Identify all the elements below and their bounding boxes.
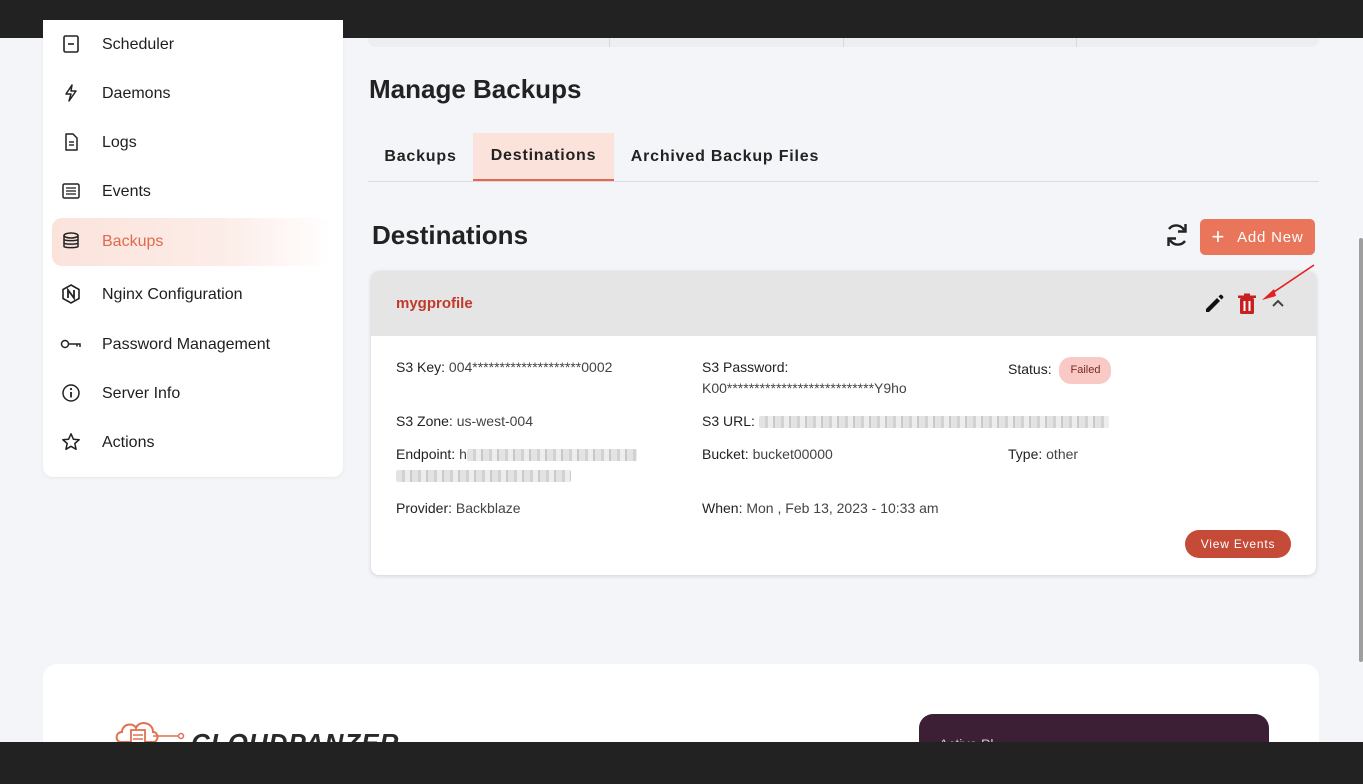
section-title: Destinations [372,220,529,250]
sidebar-item-label: Server Info [102,385,181,402]
delete-button[interactable] [1237,293,1257,315]
s3-key-field: S3 Key: 004********************0002 [396,359,613,375]
sidebar-item-label: Events [102,183,151,200]
sidebar-item-logs[interactable]: Logs [52,119,332,167]
tab-archived-backup-files[interactable]: Archived Backup Files [620,133,830,181]
sidebar-item-label: Backups [102,233,164,250]
nginx-icon [60,283,82,305]
redacted-value [396,470,571,483]
status-field: Status: Failed [1008,357,1112,384]
sidebar-item-label: Daemons [102,85,171,102]
info-icon [60,382,82,404]
key-icon [60,333,82,355]
endpoint-field: Endpoint: h [396,444,676,486]
edit-button[interactable] [1203,293,1225,315]
sidebar-item-backups[interactable]: Backups [52,218,332,266]
s3-zone-field: S3 Zone: us-west-004 [396,413,533,429]
when-field: When: Mon , Feb 13, 2023 - 10:33 am [702,500,939,516]
refresh-button[interactable] [1163,222,1191,252]
sidebar-item-nginx[interactable]: Nginx Configuration [52,271,332,319]
add-new-label: Add New [1237,228,1304,246]
page-title: Manage Backups [369,74,582,104]
destination-card: mygprofile S3 Key: 004******************… [371,271,1316,575]
sidebar-item-label: Scheduler [102,36,175,53]
refresh-icon [1164,221,1190,254]
add-new-button[interactable]: + Add New [1200,219,1315,255]
calendar-icon [60,33,82,55]
sidebar-item-scheduler[interactable]: Scheduler [52,21,332,69]
top-stats-strip [368,38,1319,47]
bucket-field: Bucket: bucket00000 [702,446,833,462]
database-icon [60,230,82,252]
bolt-icon [60,82,82,104]
destination-name: mygprofile [396,295,473,312]
document-icon [60,131,82,153]
view-events-button[interactable]: View Events [1185,530,1291,558]
s3-url-field: S3 URL: [702,411,1109,432]
redacted-value [466,449,637,462]
sidebar-item-daemons[interactable]: Daemons [52,70,332,118]
tab-backups[interactable]: Backups [368,133,473,181]
annotation-arrow-icon [1262,264,1315,300]
pencil-icon [1206,294,1224,312]
sidebar-item-events[interactable]: Events [52,168,332,216]
sidebar-item-label: Password Management [102,336,271,353]
plus-icon: + [1211,224,1226,249]
tab-bar: Backups Destinations Archived Backup Fil… [368,133,1319,182]
status-badge: Failed [1059,357,1112,384]
sidebar-item-password-management[interactable]: Password Management [52,321,332,369]
sidebar: Scheduler Daemons Logs Events Backups Ng… [43,20,343,477]
trash-icon [1238,293,1256,314]
sidebar-item-actions[interactable]: Actions [52,419,332,467]
sidebar-item-label: Logs [102,134,137,151]
browser-bottom-bar [0,742,1363,784]
star-icon [60,431,82,453]
list-icon [60,180,82,202]
tab-destinations[interactable]: Destinations [473,133,614,181]
provider-field: Provider: Backblaze [396,500,521,516]
type-field: Type: other [1008,446,1079,462]
page-scrollbar[interactable] [1359,238,1363,662]
sidebar-item-label: Actions [102,434,155,451]
sidebar-item-label: Nginx Configuration [102,286,243,303]
sidebar-item-server-info[interactable]: Server Info [52,370,332,418]
s3-password-field: S3 Password: K00************************… [702,359,907,396]
destination-card-header[interactable]: mygprofile [371,271,1316,336]
redacted-value [758,416,1109,429]
